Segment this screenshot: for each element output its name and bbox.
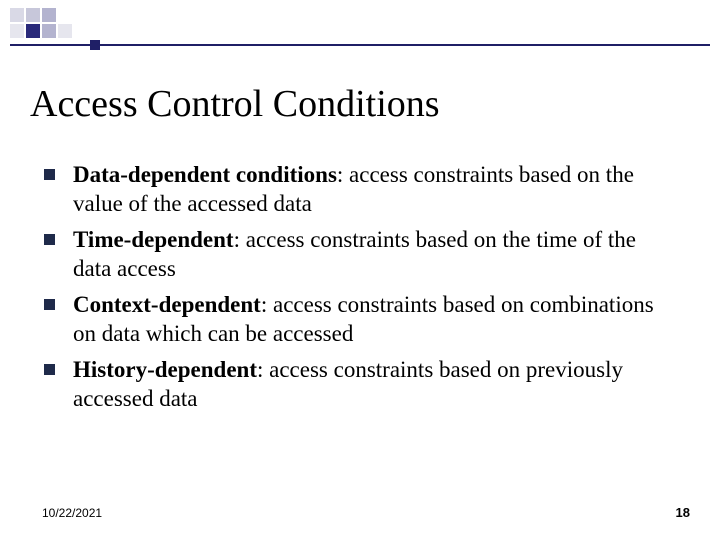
list-item-text: Context-dependent: access constraints ba… (73, 290, 680, 349)
list-item-text: Data-dependent conditions: access constr… (73, 160, 680, 219)
square-bullet-icon (44, 234, 55, 245)
list-item: Time-dependent: access constraints based… (40, 225, 680, 284)
bullet-list: Data-dependent conditions: access constr… (40, 160, 680, 420)
list-item-text: History-dependent: access constraints ba… (73, 355, 680, 414)
square-bullet-icon (44, 364, 55, 375)
square-bullet-icon (44, 299, 55, 310)
footer-date: 10/22/2021 (42, 506, 102, 520)
list-item: History-dependent: access constraints ba… (40, 355, 680, 414)
footer-page-number: 18 (676, 505, 690, 520)
square-bullet-icon (44, 169, 55, 180)
header-decoration (0, 0, 720, 60)
list-item: Context-dependent: access constraints ba… (40, 290, 680, 349)
slide-title: Access Control Conditions (30, 82, 440, 126)
list-item: Data-dependent conditions: access constr… (40, 160, 680, 219)
list-item-text: Time-dependent: access constraints based… (73, 225, 680, 284)
